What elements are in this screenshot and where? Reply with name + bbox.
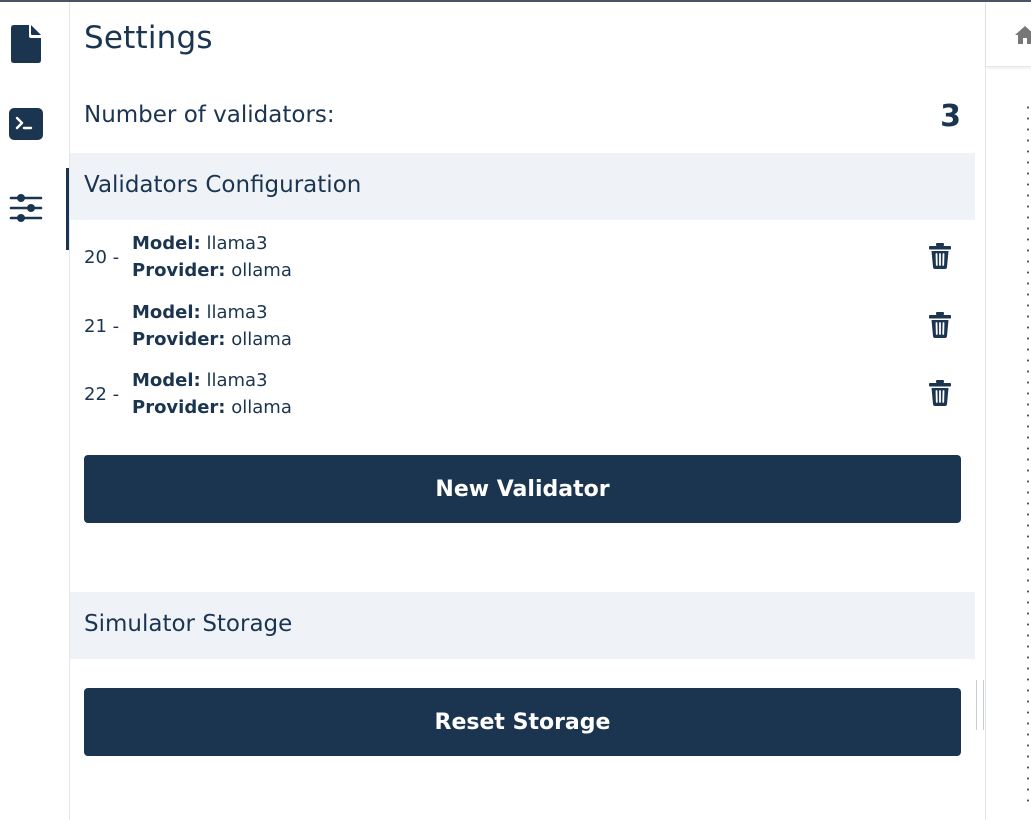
adjacent-pane [985, 2, 1031, 820]
validator-model: llama3 [206, 233, 268, 254]
validator-row: 22 - Model: llama3 Provider: ollama [84, 367, 961, 423]
sidebar-item-settings[interactable] [6, 188, 46, 228]
terminal-icon [9, 108, 43, 140]
model-label: Model: [132, 370, 201, 391]
validator-info: Model: llama3 Provider: ollama [132, 299, 292, 353]
validator-number: 20 - [84, 247, 120, 268]
trash-icon[interactable] [929, 380, 951, 406]
validator-count-value: 3 [940, 99, 961, 134]
validators-section-title: Validators Configuration [84, 172, 362, 198]
panel-resize-handle[interactable] [976, 680, 984, 730]
validator-count-label: Number of validators: [84, 102, 335, 128]
validators-section-header: Validators Configuration [70, 153, 975, 220]
reset-storage-button[interactable]: Reset Storage [84, 688, 961, 756]
validator-row: 20 - Model: llama3 Provider: ollama [84, 230, 961, 286]
validator-provider: ollama [231, 260, 292, 281]
validator-provider: ollama [231, 397, 292, 418]
sidebar-active-indicator [66, 168, 69, 250]
validator-number: 21 - [84, 316, 120, 337]
provider-label: Provider: [132, 397, 226, 418]
sidebar [0, 2, 70, 820]
storage-section-title: Simulator Storage [84, 611, 293, 637]
page-title: Settings [84, 20, 213, 56]
provider-label: Provider: [132, 329, 226, 350]
settings-panel: Settings Number of validators: 3 Validat… [70, 2, 975, 820]
sidebar-item-terminal[interactable] [6, 104, 46, 144]
validator-provider: ollama [231, 329, 292, 350]
trash-icon[interactable] [929, 243, 951, 269]
validator-model: llama3 [206, 302, 268, 323]
model-label: Model: [132, 233, 201, 254]
home-tab[interactable] [986, 2, 1031, 67]
validator-info: Model: llama3 Provider: ollama [132, 367, 292, 421]
sidebar-item-files[interactable] [6, 24, 46, 64]
file-icon [11, 25, 41, 63]
trash-icon[interactable] [929, 312, 951, 338]
validator-row: 21 - Model: llama3 Provider: ollama [84, 299, 961, 355]
new-validator-button[interactable]: New Validator [84, 455, 961, 523]
code-gutter-dots [1026, 102, 1030, 802]
model-label: Model: [132, 302, 201, 323]
provider-label: Provider: [132, 260, 226, 281]
validator-number: 22 - [84, 384, 120, 405]
home-icon [1015, 26, 1031, 44]
validator-info: Model: llama3 Provider: ollama [132, 230, 292, 284]
sliders-icon [9, 194, 43, 222]
validator-count-row: Number of validators: 3 [84, 99, 961, 136]
storage-section-header: Simulator Storage [70, 592, 975, 659]
validator-model: llama3 [206, 370, 268, 391]
